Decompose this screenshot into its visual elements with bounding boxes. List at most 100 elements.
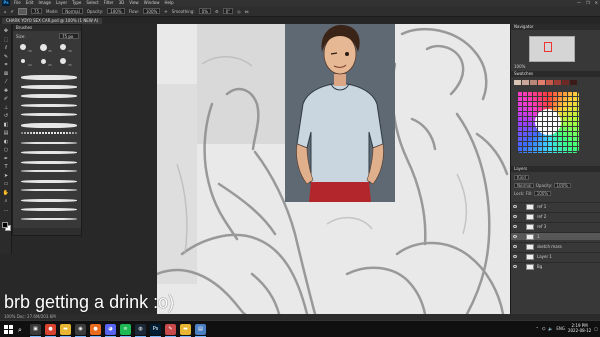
taskbar-app-explorer-icon[interactable]: ▬ [60, 324, 71, 335]
brush-tip-preset[interactable] [40, 58, 46, 64]
color-swatch[interactable] [538, 80, 545, 85]
layer-row[interactable]: Bg [511, 262, 600, 270]
layer-row[interactable]: sketch mara [511, 242, 600, 250]
tray-chevron-icon[interactable]: ⌃ [536, 326, 539, 331]
pen-icon[interactable]: ✒ [2, 156, 10, 162]
smoothing-field[interactable]: 0% [198, 8, 212, 14]
layer-row[interactable]: ref 2 [511, 212, 600, 220]
color-swatch[interactable] [522, 80, 529, 85]
color-swatch[interactable] [514, 80, 521, 85]
taskbar-app-photoshop-icon[interactable]: Ps [150, 324, 161, 335]
brush-stroke-preset[interactable] [21, 132, 77, 134]
eraser-icon[interactable]: ◧ [2, 122, 10, 128]
gradient-icon[interactable]: ▤ [2, 130, 10, 136]
visibility-eye-icon[interactable] [513, 245, 517, 248]
brush-stroke-preset[interactable] [21, 103, 77, 107]
color-swatch[interactable] [562, 80, 569, 85]
brush-stroke-preset[interactable] [21, 217, 77, 220]
marquee-icon[interactable]: ⬚ [2, 37, 10, 43]
brush-stroke-preset[interactable] [21, 151, 77, 154]
lasso-icon[interactable]: ℓ [2, 45, 10, 51]
type-icon[interactable]: T [2, 164, 10, 170]
layer-row[interactable]: 1 [511, 232, 600, 240]
brush-stroke-preset[interactable] [21, 198, 77, 202]
taskbar-app-chrome-icon[interactable]: ● [45, 324, 56, 335]
brush-stroke-preset[interactable] [21, 122, 77, 128]
start-button[interactable] [4, 325, 13, 334]
layer-row[interactable]: ref 1 [511, 202, 600, 210]
brush-stroke-preset[interactable] [21, 94, 77, 98]
navigator-view-box[interactable] [544, 42, 552, 52]
blur-icon[interactable]: ◐ [2, 139, 10, 145]
frame-icon[interactable]: ⊠ [2, 71, 10, 77]
color-swatch[interactable] [570, 80, 577, 85]
brush-stroke-preset[interactable] [21, 170, 77, 172]
pressure-icon[interactable]: ◎ [237, 9, 241, 14]
shape-icon[interactable]: ▭ [2, 181, 10, 187]
dodge-icon[interactable]: ○ [2, 147, 10, 153]
visibility-eye-icon[interactable] [513, 215, 517, 218]
opacity-field[interactable]: 100% [107, 8, 125, 14]
taskbar-app-steam-icon[interactable]: ◍ [135, 324, 146, 335]
visibility-eye-icon[interactable] [513, 225, 517, 228]
brush-stroke-preset[interactable] [21, 113, 77, 116]
layer-row[interactable]: Layer 1 [511, 252, 600, 260]
brush-stroke-preset[interactable] [21, 160, 77, 164]
notifications-icon[interactable]: ▢ [594, 326, 598, 331]
brush-stroke-preset[interactable] [21, 75, 77, 80]
taskbar-app-spotify-icon[interactable]: ≋ [120, 324, 131, 335]
taskbar-app-discord-icon[interactable]: ◕ [105, 324, 116, 335]
stamp-icon[interactable]: ⊥ [2, 105, 10, 111]
taskbar-app-clip-studio-icon[interactable]: ✎ [165, 324, 176, 335]
color-swatch[interactable] [554, 80, 561, 85]
brush-preset-icon[interactable]: ✐ [11, 9, 14, 14]
brush-stroke-preset[interactable] [21, 84, 77, 89]
crop-icon[interactable]: ⌗ [2, 62, 10, 68]
visibility-eye-icon[interactable] [513, 265, 517, 268]
zoom-icon[interactable]: ⌕ [2, 198, 10, 204]
layer-row[interactable]: ref 3 [511, 222, 600, 230]
brush-tip-preset[interactable] [21, 59, 25, 63]
search-icon[interactable]: ⌕ [18, 326, 22, 335]
color-swatch[interactable] [546, 80, 553, 85]
move-icon[interactable]: ✥ [2, 28, 10, 34]
brush-icon[interactable]: ✐ [2, 96, 10, 102]
navigator-thumbnail[interactable] [529, 36, 575, 62]
brush-size-field[interactable]: 75 [30, 8, 42, 14]
settings-gear-icon[interactable]: ⚙ [215, 9, 219, 14]
path-select-icon[interactable]: ➤ [2, 173, 10, 179]
layer-kind-select[interactable]: Kind [514, 175, 529, 180]
quick-select-icon[interactable]: ✎ [2, 54, 10, 60]
language-indicator[interactable]: ENG [556, 326, 565, 331]
brush-stroke-preset[interactable] [21, 179, 77, 183]
airbrush-icon[interactable]: ✈ [164, 9, 167, 14]
angle-field[interactable]: 0° [222, 8, 234, 14]
fill-field[interactable]: 100% [533, 191, 552, 196]
clock[interactable]: 2:19 PM 2022-08-12 [568, 323, 591, 333]
hand-icon[interactable]: ✋ [2, 190, 10, 196]
foreground-color-swatch[interactable] [2, 222, 8, 228]
mode-select[interactable]: Normal [62, 8, 83, 14]
home-icon[interactable]: ⌂ [4, 9, 7, 14]
brush-tip-preset[interactable] [60, 58, 66, 64]
history-brush-icon[interactable]: ↺ [2, 113, 10, 119]
taskbar-app-firefox-icon[interactable]: ● [90, 324, 101, 335]
visibility-eye-icon[interactable] [513, 255, 517, 258]
taskbar-app-folder-icon[interactable]: ▬ [180, 324, 191, 335]
visibility-eye-icon[interactable] [513, 205, 517, 208]
eyedropper-icon[interactable]: ⁄ [2, 79, 10, 85]
more-icon[interactable]: … [2, 207, 10, 213]
brush-tip-preset[interactable] [20, 44, 26, 50]
network-icon[interactable]: ⌬ [542, 326, 546, 331]
healing-icon[interactable]: ✚ [2, 88, 10, 94]
flow-field[interactable]: 100% [142, 8, 161, 14]
blend-mode-select[interactable]: Normal [514, 183, 535, 188]
brush-size-input[interactable]: 75 px [59, 33, 79, 39]
brush-stroke-preset[interactable] [21, 189, 77, 191]
layer-opacity-field[interactable]: 100% [553, 183, 571, 188]
brush-preset-picker[interactable] [17, 7, 27, 15]
symmetry-icon[interactable]: ⋈ [245, 9, 249, 14]
visibility-eye-icon[interactable] [513, 235, 517, 238]
brush-tip-preset[interactable] [39, 43, 47, 51]
volume-icon[interactable]: 🔈 [548, 326, 553, 331]
